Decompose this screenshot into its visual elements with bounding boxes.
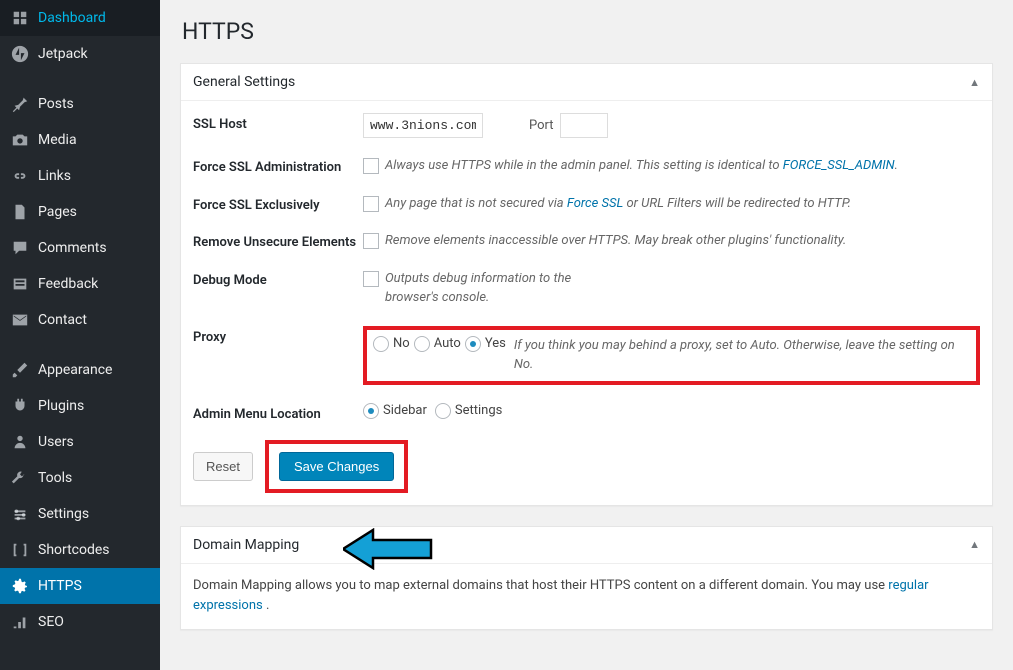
force-admin-label: Force SSL Administration bbox=[193, 156, 363, 175]
admin-sidebar: Dashboard Jetpack Posts Media Links Page… bbox=[0, 0, 160, 670]
sidebar-item-seo[interactable]: SEO bbox=[0, 604, 160, 640]
comment-icon bbox=[10, 238, 30, 258]
general-settings-header[interactable]: General Settings ▲ bbox=[181, 64, 992, 101]
sidebar-item-links[interactable]: Links bbox=[0, 158, 160, 194]
reset-button[interactable]: Reset bbox=[193, 452, 253, 481]
sidebar-item-label: Jetpack bbox=[38, 46, 88, 62]
remove-desc: Remove elements inaccessible over HTTPS.… bbox=[385, 231, 846, 251]
port-label: Port bbox=[529, 118, 554, 133]
adminloc-settings-label: Settings bbox=[455, 403, 502, 418]
gear-icon bbox=[10, 576, 30, 596]
sidebar-item-https[interactable]: HTTPS bbox=[0, 568, 160, 604]
debug-checkbox[interactable] bbox=[363, 271, 379, 287]
sidebar-item-label: Links bbox=[38, 168, 71, 184]
annotation-arrow bbox=[343, 528, 433, 574]
sidebar-item-label: Shortcodes bbox=[38, 542, 110, 558]
sidebar-item-shortcodes[interactable]: Shortcodes bbox=[0, 532, 160, 568]
users-icon bbox=[10, 432, 30, 452]
force-admin-desc: Always use HTTPS while in the admin pane… bbox=[385, 156, 898, 176]
sidebar-item-label: Dashboard bbox=[38, 10, 106, 26]
adminloc-settings-radio[interactable] bbox=[435, 403, 451, 419]
pages-icon bbox=[10, 202, 30, 222]
force-admin-checkbox[interactable] bbox=[363, 158, 379, 174]
proxy-auto-label: Auto bbox=[434, 336, 461, 351]
media-icon bbox=[10, 130, 30, 150]
sidebar-item-label: Plugins bbox=[38, 398, 84, 414]
proxy-yes-radio[interactable] bbox=[465, 336, 481, 352]
sidebar-item-comments[interactable]: Comments bbox=[0, 230, 160, 266]
sidebar-item-users[interactable]: Users bbox=[0, 424, 160, 460]
adminloc-label: Admin Menu Location bbox=[193, 403, 363, 422]
general-settings-box: General Settings ▲ SSL Host Port Force S… bbox=[180, 63, 993, 506]
force-excl-label: Force SSL Exclusively bbox=[193, 194, 363, 213]
main-content: HTTPS General Settings ▲ SSL Host Port F… bbox=[160, 0, 1013, 670]
proxy-yes-label: Yes bbox=[485, 336, 506, 351]
sidebar-item-pages[interactable]: Pages bbox=[0, 194, 160, 230]
debug-desc: Outputs debug information to the browser… bbox=[385, 269, 605, 308]
proxy-no-label: No bbox=[393, 336, 410, 351]
adminloc-sidebar-label: Sidebar bbox=[383, 403, 427, 418]
ssl-host-label: SSL Host bbox=[193, 113, 363, 132]
remove-checkbox[interactable] bbox=[363, 233, 379, 249]
pin-icon bbox=[10, 94, 30, 114]
sidebar-item-dashboard[interactable]: Dashboard bbox=[0, 0, 160, 36]
domain-mapping-desc: Domain Mapping allows you to map externa… bbox=[193, 576, 980, 618]
domain-mapping-box: Domain Mapping ▲ Domain Mapping allows y… bbox=[180, 526, 993, 631]
sidebar-item-media[interactable]: Media bbox=[0, 122, 160, 158]
domain-mapping-header[interactable]: Domain Mapping ▲ bbox=[181, 527, 992, 564]
proxy-auto-radio[interactable] bbox=[414, 336, 430, 352]
sidebar-item-label: Media bbox=[38, 132, 77, 148]
proxy-desc: If you think you may behind a proxy, set… bbox=[514, 336, 970, 375]
link-icon bbox=[10, 166, 30, 186]
sidebar-item-posts[interactable]: Posts bbox=[0, 86, 160, 122]
plugin-icon bbox=[10, 396, 30, 416]
proxy-label: Proxy bbox=[193, 326, 363, 345]
force-excl-desc: Any page that is not secured via Force S… bbox=[385, 194, 851, 214]
feedback-icon bbox=[10, 274, 30, 294]
domain-mapping-heading: Domain Mapping bbox=[193, 537, 299, 553]
sidebar-item-label: Settings bbox=[38, 506, 89, 522]
ssl-host-input[interactable] bbox=[363, 113, 483, 138]
port-input[interactable] bbox=[560, 113, 608, 138]
brush-icon bbox=[10, 360, 30, 380]
sidebar-item-label: Users bbox=[38, 434, 74, 450]
seo-icon bbox=[10, 612, 30, 632]
sidebar-item-label: Comments bbox=[38, 240, 107, 256]
sidebar-item-tools[interactable]: Tools bbox=[0, 460, 160, 496]
collapse-icon[interactable]: ▲ bbox=[969, 76, 980, 89]
shortcode-icon bbox=[10, 540, 30, 560]
proxy-no-radio[interactable] bbox=[373, 336, 389, 352]
sidebar-item-contact[interactable]: Contact bbox=[0, 302, 160, 338]
force-ssl-link[interactable]: Force SSL bbox=[567, 196, 623, 211]
mail-icon bbox=[10, 310, 30, 330]
save-highlight: Save Changes bbox=[265, 440, 408, 493]
sidebar-item-label: Contact bbox=[38, 312, 87, 328]
sidebar-item-label: Appearance bbox=[38, 362, 112, 378]
save-changes-button[interactable]: Save Changes bbox=[279, 452, 394, 481]
force-ssl-admin-link[interactable]: FORCE_SSL_ADMIN bbox=[783, 158, 895, 173]
sidebar-item-plugins[interactable]: Plugins bbox=[0, 388, 160, 424]
sidebar-item-label: Posts bbox=[38, 96, 74, 112]
settings-icon bbox=[10, 504, 30, 524]
jetpack-icon bbox=[10, 44, 30, 64]
sidebar-item-label: Feedback bbox=[38, 276, 98, 292]
sidebar-item-label: Tools bbox=[38, 470, 72, 486]
sidebar-item-settings[interactable]: Settings bbox=[0, 496, 160, 532]
debug-label: Debug Mode bbox=[193, 269, 363, 288]
general-settings-heading: General Settings bbox=[193, 74, 295, 90]
sidebar-item-label: Pages bbox=[38, 204, 77, 220]
sidebar-item-jetpack[interactable]: Jetpack bbox=[0, 36, 160, 72]
force-excl-checkbox[interactable] bbox=[363, 196, 379, 212]
sidebar-item-label: SEO bbox=[38, 614, 64, 630]
tools-icon bbox=[10, 468, 30, 488]
dashboard-icon bbox=[10, 8, 30, 28]
adminloc-sidebar-radio[interactable] bbox=[363, 403, 379, 419]
remove-label: Remove Unsecure Elements bbox=[193, 231, 363, 250]
sidebar-item-feedback[interactable]: Feedback bbox=[0, 266, 160, 302]
proxy-highlight: No Auto Yes If you think you may behind … bbox=[363, 326, 980, 385]
page-title: HTTPS bbox=[182, 18, 993, 45]
collapse-icon[interactable]: ▲ bbox=[969, 538, 980, 551]
sidebar-item-label: HTTPS bbox=[38, 578, 82, 594]
sidebar-item-appearance[interactable]: Appearance bbox=[0, 352, 160, 388]
